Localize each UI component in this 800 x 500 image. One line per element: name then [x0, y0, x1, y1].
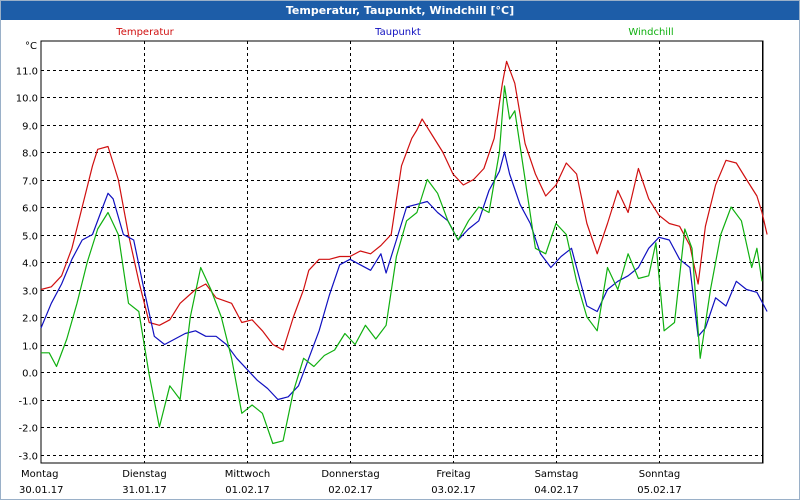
x-tick-day: Sonntag: [639, 469, 681, 480]
x-tick-day: Samstag: [535, 469, 579, 480]
line-chart: 11.0 10.0 9.0 8.0 7.0 6.0 5.0 4.0 3.0 2.0 1.0 0.0 -1…: [16, 27, 768, 496]
chart-window: Temperatur, Taupunkt, Windchill [°C] 11.…: [0, 0, 800, 500]
y-axis-unit: °C: [25, 41, 37, 52]
x-tick-day: Donnerstag: [321, 469, 379, 480]
y-tick-label: 11.0: [16, 67, 38, 78]
legend-windchill: Windchill: [628, 27, 673, 38]
y-tick-label: 4.0: [22, 259, 38, 270]
plot-area: [40, 40, 764, 464]
y-tick-label: 2.0: [22, 314, 38, 325]
x-tick-date: 05.02.17: [637, 485, 682, 496]
y-tick-label: 8.0: [22, 149, 38, 160]
x-tick-date: 31.01.17: [122, 485, 167, 496]
x-tick-day: Mittwoch: [225, 469, 270, 480]
x-tick-date: 30.01.17: [19, 485, 64, 496]
y-tick-label: 9.0: [22, 122, 38, 133]
legend-taupunkt: Taupunkt: [374, 27, 421, 38]
x-tick-date: 03.02.17: [431, 485, 476, 496]
y-tick-label: 1.0: [22, 342, 38, 353]
x-tick-day: Dienstag: [122, 469, 167, 480]
window-title: Temperatur, Taupunkt, Windchill [°C]: [1, 1, 799, 20]
y-tick-label: 3.0: [22, 287, 38, 298]
y-tick-label: -3.0: [18, 452, 38, 463]
x-tick-date: 04.02.17: [534, 485, 579, 496]
y-tick-label: 7.0: [22, 177, 38, 188]
y-tick-label: 0.0: [22, 369, 38, 380]
y-tick-label: 10.0: [16, 94, 38, 105]
x-tick-date: 02.02.17: [328, 485, 373, 496]
x-tick-day: Montag: [21, 469, 58, 480]
legend-temperatur: Temperatur: [115, 27, 174, 38]
x-tick-date: 01.02.17: [225, 485, 270, 496]
x-tick-day: Freitag: [436, 469, 470, 480]
y-tick-label: 6.0: [22, 204, 38, 215]
y-tick-label: -2.0: [18, 424, 38, 435]
y-tick-label: 5.0: [22, 232, 38, 243]
y-tick-label: -1.0: [18, 397, 38, 408]
